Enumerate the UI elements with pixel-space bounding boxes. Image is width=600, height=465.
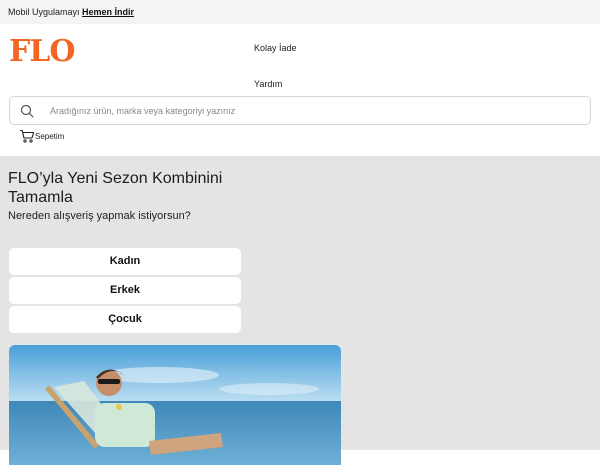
cart-button[interactable]: Sepetim (19, 128, 64, 144)
category-kids-button[interactable]: Çocuk (9, 306, 241, 333)
download-app-link[interactable]: Hemen İndir (82, 7, 134, 17)
search-input[interactable] (50, 101, 570, 121)
flo-logo[interactable]: FLO (9, 34, 76, 69)
section-title: FLO’yla Yeni Sezon Kombinini Tamamla (8, 170, 223, 206)
help-link[interactable]: Yardım (254, 79, 282, 89)
category-women-button[interactable]: Kadın (9, 248, 241, 275)
easy-return-link[interactable]: Kolay İade (254, 43, 297, 53)
campaign-banner-image[interactable] (9, 345, 341, 465)
cart-icon (20, 129, 35, 143)
campaign-section: FLO’yla Yeni Sezon Kombinini Tamamla Ner… (0, 156, 600, 465)
app-download-bar: Mobil Uygulamayı Hemen İndir (0, 0, 600, 24)
category-men-button[interactable]: Erkek (9, 277, 241, 304)
site-header: FLO Kolay İade Yardım Sepetim (0, 24, 600, 156)
search-icon (20, 104, 34, 118)
app-download-text: Mobil Uygulamayı (8, 7, 80, 17)
section-subtitle: Nereden alışveriş yapmak istiyorsun? (8, 210, 191, 222)
cart-label: Sepetim (35, 131, 65, 141)
search-bar[interactable] (9, 96, 591, 125)
